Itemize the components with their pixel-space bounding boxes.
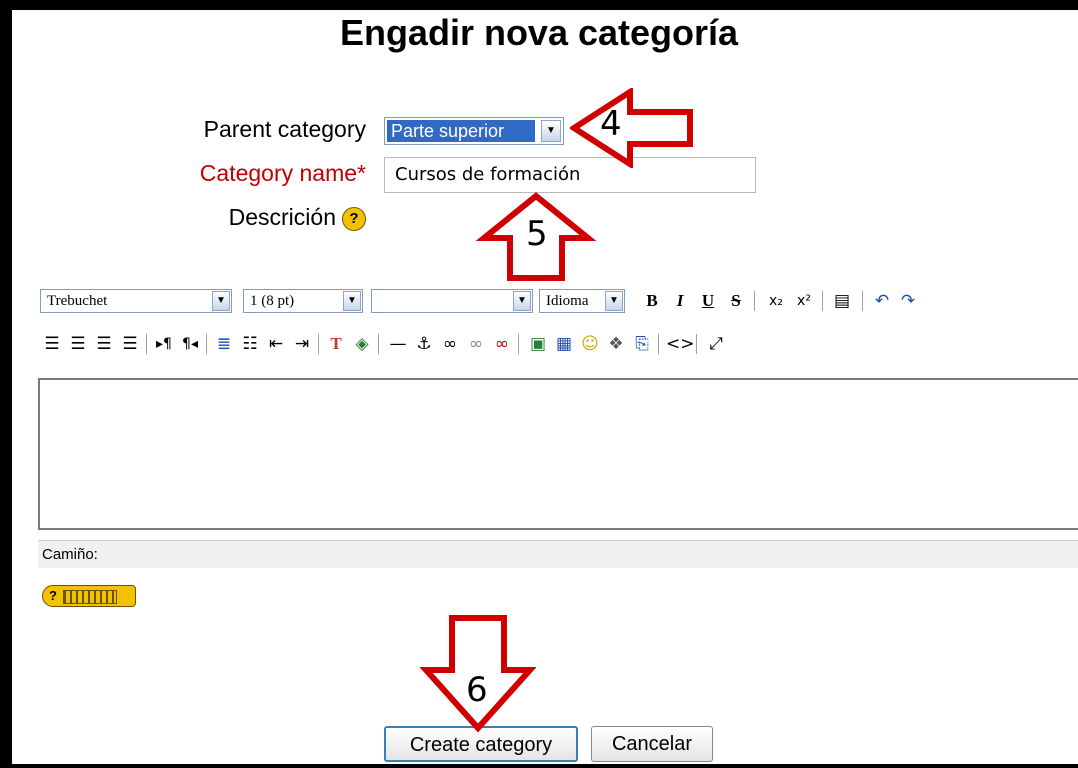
editor-path-bar: Camiño: [38, 540, 1078, 568]
underline-icon[interactable]: U [696, 289, 720, 313]
help-icon[interactable]: ? [342, 206, 366, 231]
rtl-icon[interactable]: ¶◂ [178, 332, 202, 356]
chevron-down-icon[interactable]: ▼ [212, 291, 230, 311]
annotation-label-6: 6 [466, 670, 488, 710]
outdent-icon[interactable]: ⇤ [264, 332, 288, 356]
toolbar-separator [518, 334, 519, 354]
justify-icon[interactable]: ☰ [118, 332, 142, 356]
annotation-label-4: 4 [600, 104, 622, 144]
annotation-label-5: 5 [526, 214, 548, 254]
toolbar-separator [822, 291, 823, 311]
ordered-list-icon[interactable]: ≣ [212, 332, 236, 356]
anchor-icon[interactable]: ⚓ [412, 332, 436, 356]
special-char-icon[interactable]: ❖ [604, 332, 628, 356]
bold-icon[interactable]: B [640, 289, 664, 313]
undo-icon[interactable]: ↶ [870, 289, 894, 313]
description-label-row: Descrición? [6, 204, 366, 231]
indent-icon[interactable]: ⇥ [290, 332, 314, 356]
redo-icon[interactable]: ↷ [896, 289, 920, 313]
chevron-down-icon[interactable]: ▼ [343, 291, 361, 311]
toolbar-separator [146, 334, 147, 354]
table-icon[interactable]: ▦ [552, 332, 576, 356]
chevron-down-icon[interactable]: ▼ [605, 291, 623, 311]
chevron-down-icon[interactable]: ▼ [513, 291, 531, 311]
font-size-value: 1 (8 pt) [250, 293, 295, 309]
description-editor[interactable] [38, 378, 1078, 530]
smiley-icon[interactable]: ☺ [578, 332, 602, 356]
toolbar-separator [318, 334, 319, 354]
align-right-icon[interactable]: ☰ [92, 332, 116, 356]
toolbar-separator [696, 334, 697, 354]
editor-toolbar-row-1: Trebuchet ▼ 1 (8 pt) ▼ ▼ Idioma ▼ B I U S x… [40, 287, 1070, 317]
align-left-icon[interactable]: ☰ [40, 332, 64, 356]
format-select[interactable]: ▼ [371, 289, 533, 313]
parent-category-label: Parent category [203, 116, 366, 142]
toolbar-separator [658, 334, 659, 354]
unlink-icon[interactable]: ∞ [464, 332, 488, 356]
toolbar-separator [378, 334, 379, 354]
fullscreen-icon[interactable]: ⤢ [704, 332, 728, 356]
editor-toolbar-row-2: ☰ ☰ ☰ ☰ ▸¶ ¶◂ ≣ ☷ ⇤ ⇥ T ◈ — ⚓ ∞ ∞ ∞ ▣ ▦ … [40, 330, 1070, 360]
font-size-select[interactable]: 1 (8 pt) ▼ [243, 289, 363, 313]
annotation-arrow-4 [570, 88, 693, 168]
parent-category-select[interactable]: Parte superior ▼ [384, 117, 564, 145]
description-label: Descrición [228, 204, 336, 230]
cancel-button[interactable]: Cancelar [591, 726, 713, 762]
html-source-icon[interactable]: <> [666, 332, 695, 356]
align-center-icon[interactable]: ☰ [66, 332, 90, 356]
toolbar-separator [862, 291, 863, 311]
search-replace-icon[interactable]: ⎘ [630, 332, 654, 356]
image-icon[interactable]: ▣ [526, 332, 550, 356]
bg-color-icon[interactable]: ◈ [350, 332, 374, 356]
parent-category-value: Parte superior [387, 120, 535, 142]
language-select[interactable]: Idioma ▼ [539, 289, 625, 313]
unordered-list-icon[interactable]: ☷ [238, 332, 262, 356]
subscript-icon[interactable]: x₂ [764, 289, 788, 313]
text-color-icon[interactable]: T [324, 332, 348, 356]
toolbar-separator [206, 334, 207, 354]
nolink-icon[interactable]: ∞ [490, 332, 514, 356]
paste-word-icon[interactable]: ▤ [830, 289, 854, 313]
font-family-select[interactable]: Trebuchet ▼ [40, 289, 232, 313]
font-family-value: Trebuchet [47, 293, 108, 309]
keyboard-help-icon[interactable]: ? [42, 585, 136, 607]
horizontal-rule-icon[interactable]: — [386, 332, 410, 356]
ltr-icon[interactable]: ▸¶ [152, 332, 176, 356]
page-title: Engadir nova categoría [339, 12, 739, 53]
toolbar-separator [754, 291, 755, 311]
strikethrough-icon[interactable]: S [724, 289, 748, 313]
language-value: Idioma [546, 293, 589, 309]
chevron-down-icon[interactable]: ▼ [541, 120, 561, 142]
superscript-icon[interactable]: x² [792, 289, 816, 313]
italic-icon[interactable]: I [668, 289, 692, 313]
keyboard-icon [62, 589, 117, 604]
category-name-label: Category name* [199, 160, 366, 186]
link-icon[interactable]: ∞ [438, 332, 462, 356]
